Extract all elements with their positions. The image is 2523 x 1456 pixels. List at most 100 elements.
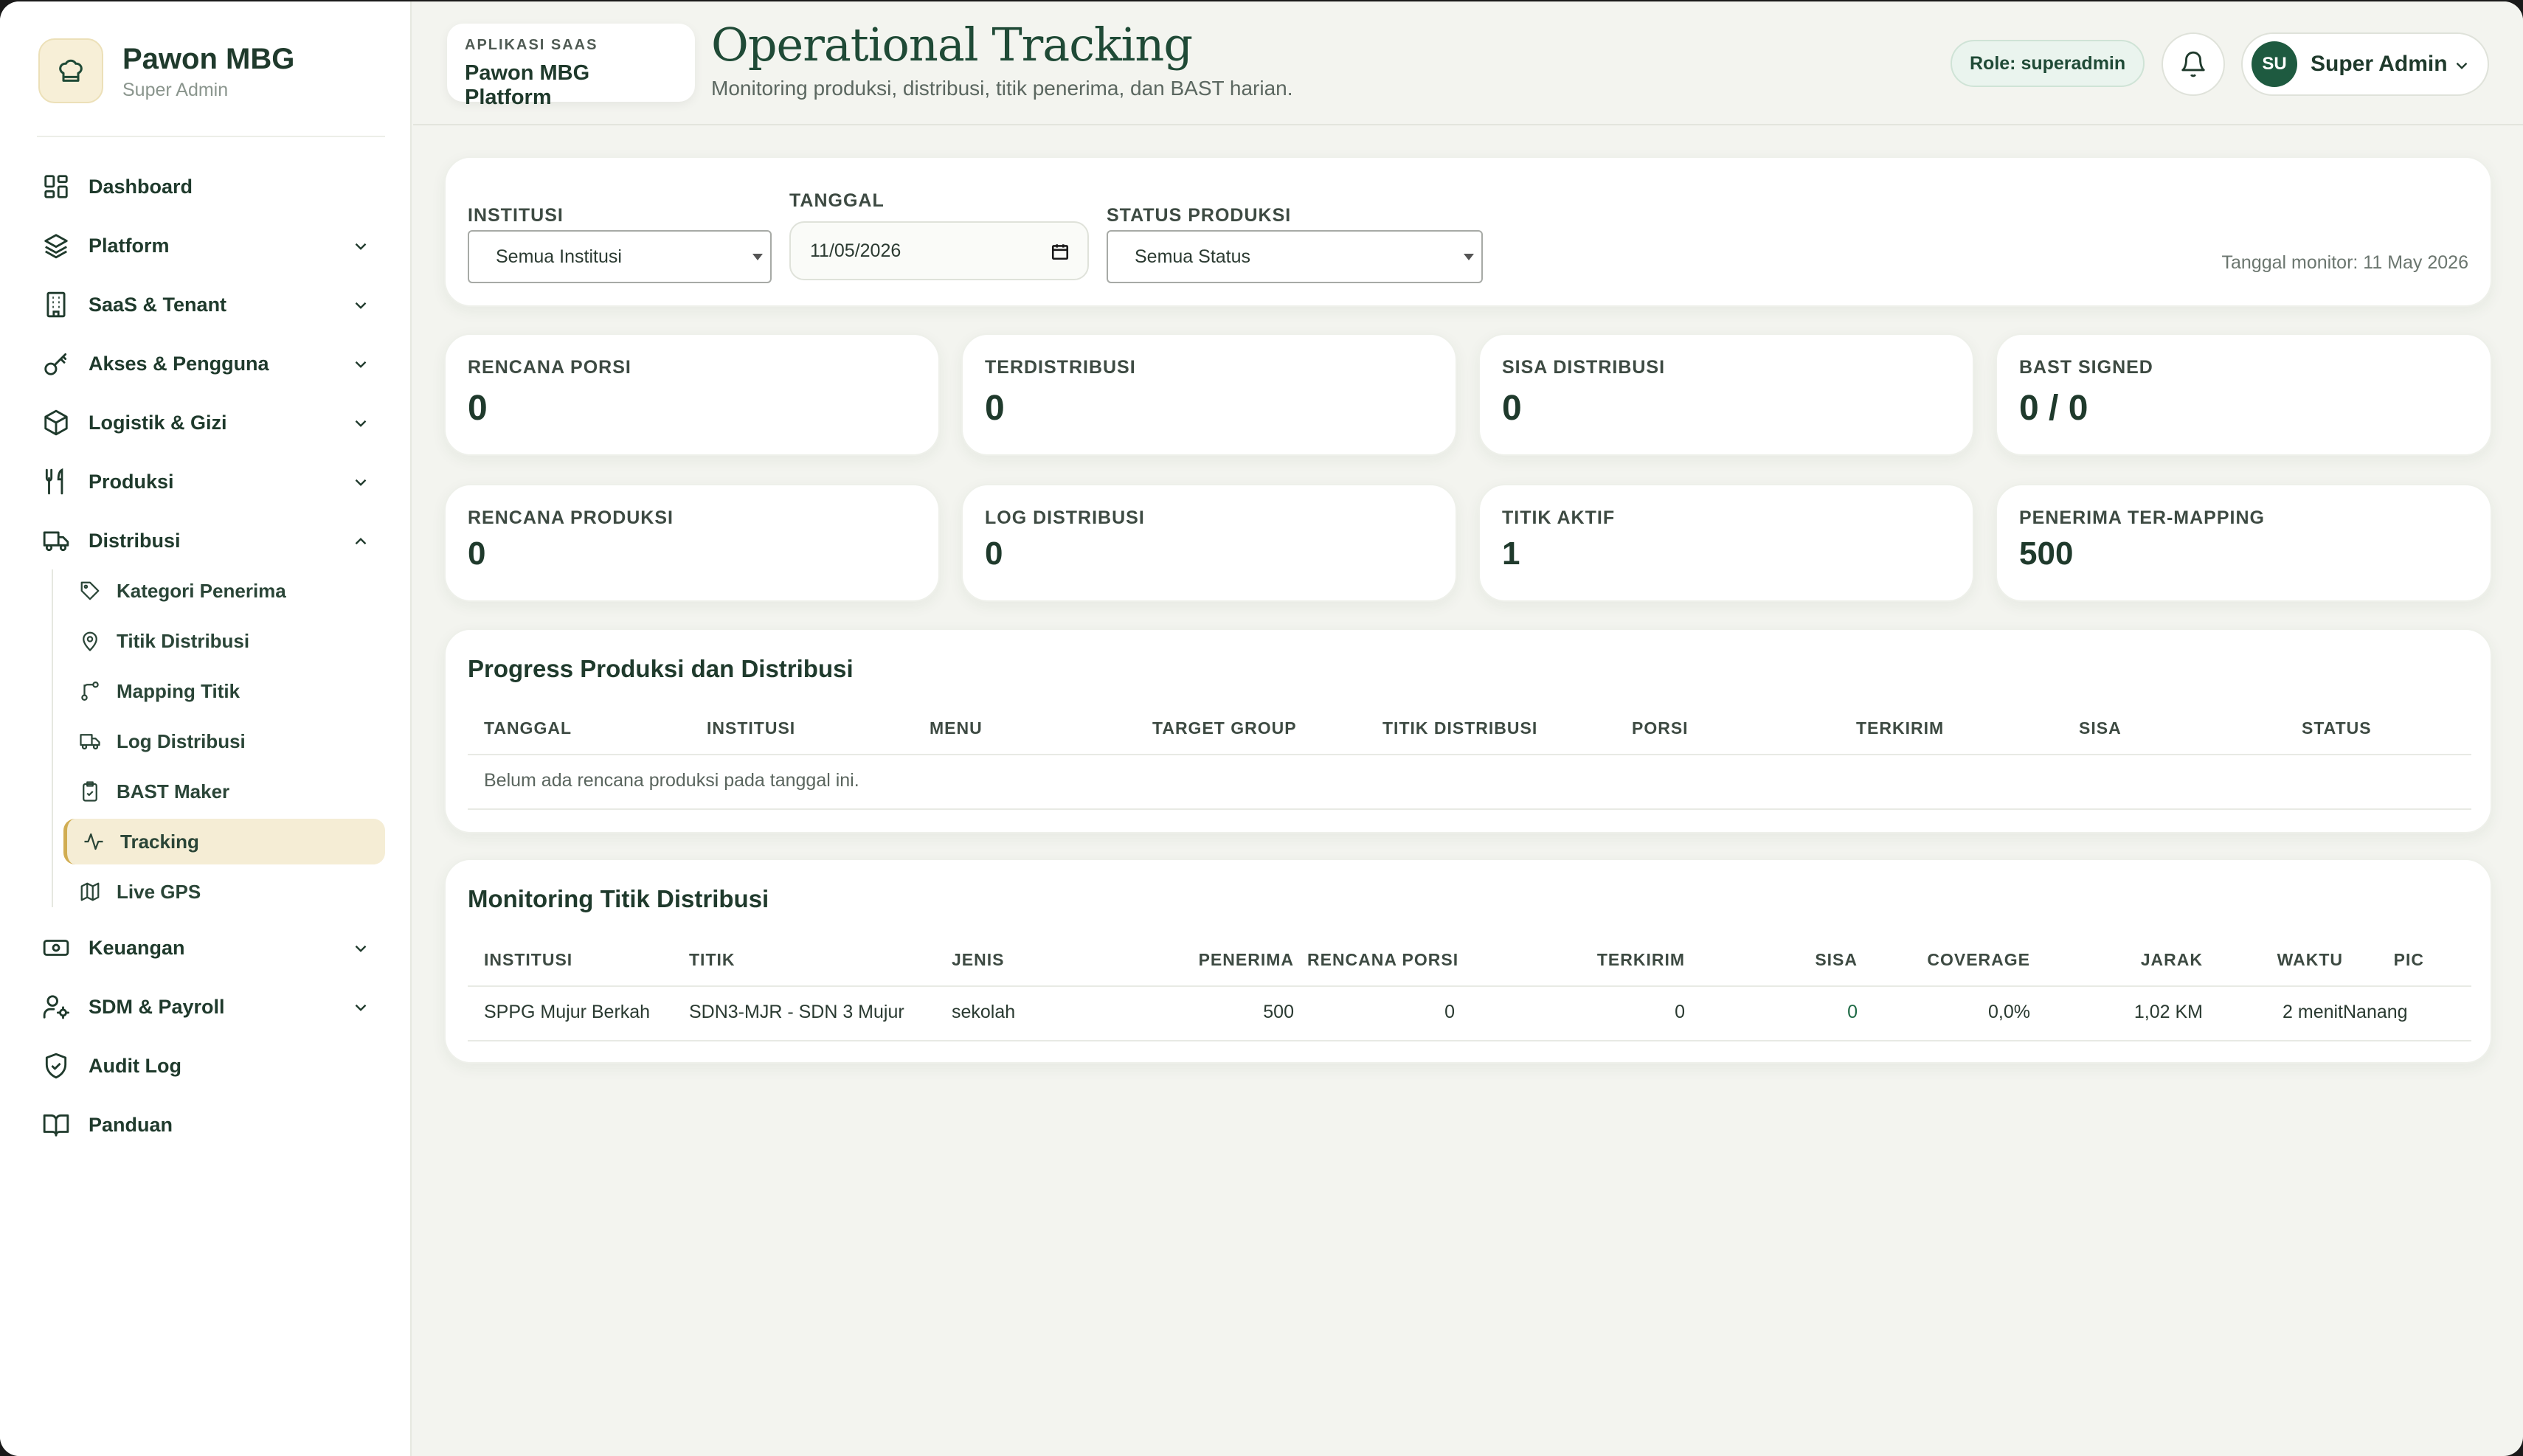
sidebar-item-label: SaaS & Tenant	[89, 293, 227, 316]
sidebar-item-sdm-payroll[interactable]: SDM & Payroll	[37, 983, 384, 1030]
column-header: INSTITUSI	[484, 950, 573, 969]
cell-pic: Nanang	[2343, 1002, 2408, 1022]
chevron-down-icon	[2456, 62, 2468, 69]
chevron-down-icon	[355, 243, 367, 250]
stat-value: 0	[1502, 389, 1522, 428]
sidebar-subitem-log-distribusi[interactable]: Log Distribusi	[63, 718, 385, 764]
sidebar-subitem-label: BAST Maker	[117, 780, 230, 802]
sidebar-item-label: Keuangan	[89, 936, 185, 959]
brand-name: Pawon MBG	[122, 42, 295, 75]
sidebar-item-distribusi[interactable]: Distribusi	[37, 517, 384, 564]
stat-card-rencana-produksi: RENCANA PRODUKSI 0	[444, 484, 940, 602]
section-title: Progress Produksi dan Distribusi	[468, 655, 854, 682]
user-menu-button[interactable]: SU Super Admin	[2241, 32, 2489, 96]
stat-value: 1	[1502, 535, 1520, 572]
sidebar-item-dashboard[interactable]: Dashboard	[37, 163, 384, 210]
divider	[37, 136, 385, 137]
column-header: TANGGAL	[484, 718, 572, 738]
caret-down-icon	[1464, 254, 1474, 260]
notifications-button[interactable]	[2162, 32, 2225, 96]
sidebar-subitem-bast-maker[interactable]: BAST Maker	[63, 769, 385, 814]
stat-label: RENCANA PORSI	[468, 357, 631, 378]
chevron-up-icon	[355, 538, 367, 545]
stat-card-log-distribusi: LOG DISTRIBUSI 0	[961, 484, 1457, 602]
table-divider	[468, 754, 2471, 755]
column-header: PIC	[2393, 950, 2424, 969]
column-header: SISA	[2079, 718, 2122, 738]
topbar: APLIKASI SAAS Pawon MBG Platform Operati…	[413, 1, 2523, 125]
column-header: STATUS	[2302, 718, 2372, 738]
table-divider	[468, 808, 2471, 810]
stat-value: 0	[985, 535, 1003, 572]
stat-card-bast-signed: BAST SIGNED 0 / 0	[1996, 333, 2492, 456]
sidebar-item-logistik-gizi[interactable]: Logistik & Gizi	[37, 399, 384, 446]
filter-card: INSTITUSI Semua Institusi TANGGAL 11/05/…	[444, 156, 2492, 307]
institusi-select[interactable]: Semua Institusi	[468, 230, 772, 283]
stat-label: RENCANA PRODUKSI	[468, 507, 674, 528]
app-kicker: APLIKASI SAAS	[465, 37, 598, 53]
filter-label-status: STATUS PRODUKSI	[1107, 205, 1292, 226]
table-divider	[468, 1040, 2471, 1041]
brand[interactable]: Pawon MBG Super Admin	[38, 38, 294, 103]
stat-card-penerima-ter-mapping: PENERIMA TER-MAPPING 500	[1996, 484, 2492, 602]
stat-card-terdistribusi: TERDISTRIBUSI 0	[961, 333, 1457, 456]
tanggal-date-input[interactable]: 11/05/2026	[789, 221, 1089, 280]
column-header: MENU	[930, 718, 983, 738]
sidebar-subitem-titik-distribusi[interactable]: Titik Distribusi	[63, 618, 385, 664]
sidebar-item-label: SDM & Payroll	[89, 995, 225, 1018]
cell-waktu: 2 menit	[2283, 1002, 2343, 1022]
stat-card-rencana-porsi: RENCANA PORSI 0	[444, 333, 940, 456]
sidebar-subitem-label: Live GPS	[117, 880, 201, 903]
activity-icon	[80, 828, 107, 855]
cell-penerima: 500	[1263, 1002, 1294, 1022]
cell-titik: SDN3-MJR - SDN 3 Mujur	[689, 1002, 904, 1022]
sidebar-subitem-live-gps[interactable]: Live GPS	[63, 869, 385, 915]
user-name: Super Admin	[2311, 52, 2448, 76]
column-header: TITIK	[689, 950, 736, 969]
sidebar-item-audit-log[interactable]: Audit Log	[37, 1042, 384, 1089]
app-name: Pawon MBG Platform	[465, 61, 590, 109]
stat-label: PENERIMA TER-MAPPING	[2019, 507, 2265, 528]
cell-coverage: 0,0%	[1988, 1002, 2030, 1022]
monitoring-table-card: Monitoring Titik Distribusi INSTITUSI TI…	[444, 859, 2492, 1064]
sidebar-subitem-label: Tracking	[120, 830, 199, 853]
sidebar-item-platform[interactable]: Platform	[37, 222, 384, 269]
cell-rencana-porsi: 0	[1444, 1002, 1455, 1022]
stat-label: SISA DISTRIBUSI	[1502, 357, 1666, 378]
sidebar-subitem-label: Titik Distribusi	[117, 629, 250, 652]
column-header: TITIK DISTRIBUSI	[1382, 718, 1538, 738]
tag-icon	[77, 578, 103, 604]
sidebar-item-produksi[interactable]: Produksi	[37, 458, 384, 505]
sidebar-subitem-label: Kategori Penerima	[117, 579, 286, 602]
status-produksi-select[interactable]: Semua Status	[1107, 230, 1483, 283]
book-open-icon	[40, 1109, 72, 1141]
stat-value: 0	[468, 389, 488, 428]
sidebar-item-label: Panduan	[89, 1113, 173, 1136]
sidebar-item-panduan[interactable]: Panduan	[37, 1101, 384, 1148]
column-header: TERKIRIM	[1596, 950, 1685, 969]
sidebar-item-akses-pengguna[interactable]: Akses & Pengguna	[37, 340, 384, 387]
sidebar-item-keuangan[interactable]: Keuangan	[37, 924, 384, 971]
stat-label: BAST SIGNED	[2019, 357, 2153, 378]
stat-card-sisa-distribusi: SISA DISTRIBUSI 0	[1478, 333, 1974, 456]
brand-subtitle: Super Admin	[122, 79, 229, 100]
sidebar-item-saas-tenant[interactable]: SaaS & Tenant	[37, 281, 384, 328]
bell-icon	[2181, 51, 2205, 77]
empty-state-text: Belum ada rencana produksi pada tanggal …	[484, 770, 859, 791]
sidebar-subitem-tracking[interactable]: Tracking	[63, 819, 385, 864]
stat-label: TITIK AKTIF	[1502, 507, 1616, 528]
chevron-down-icon	[355, 479, 367, 486]
filter-label-tanggal: TANGGAL	[789, 190, 885, 211]
shield-check-icon	[40, 1050, 72, 1082]
column-header: TERKIRIM	[1856, 718, 1945, 738]
chevron-down-icon	[355, 420, 367, 427]
institusi-select-value: Semua Institusi	[496, 246, 622, 267]
filter-label-institusi: INSTITUSI	[468, 205, 564, 226]
map-icon	[77, 878, 103, 905]
cell-jenis: sekolah	[952, 1002, 1016, 1022]
page-subtitle: Monitoring produksi, distribusi, titik p…	[711, 77, 1293, 100]
key-icon	[40, 347, 72, 380]
sidebar-subitem-kategori-penerima[interactable]: Kategori Penerima	[63, 568, 385, 614]
sidebar-subitem-mapping-titik[interactable]: Mapping Titik	[63, 668, 385, 714]
app-window: Pawon MBG Super Admin Dashboard Platform…	[0, 1, 2523, 1456]
